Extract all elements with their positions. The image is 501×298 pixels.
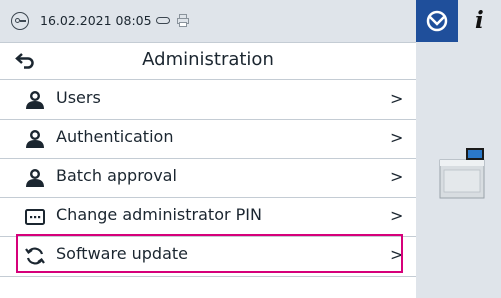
- menu-item-label: Batch approval: [56, 166, 177, 185]
- device-sync-icon: [426, 10, 448, 32]
- user-icon: [26, 169, 44, 187]
- menu-item-label: Authentication: [56, 127, 174, 146]
- chevron-right-icon: >: [390, 206, 404, 225]
- user-icon: [26, 130, 44, 148]
- menu-item-batch-approval[interactable]: Batch approval >: [0, 158, 416, 198]
- menu-item-label: Change administrator PIN: [56, 205, 262, 224]
- menu-item-users[interactable]: Users >: [0, 80, 416, 120]
- printer-icon: [177, 14, 189, 27]
- divider: [0, 276, 416, 277]
- chevron-right-icon: >: [390, 167, 404, 186]
- menu-item-authentication[interactable]: Authentication >: [0, 119, 416, 159]
- tab-device-settings[interactable]: [416, 0, 458, 42]
- menu-item-label: Users: [56, 88, 101, 107]
- status-datetime: 16.02.2021 08:05: [40, 13, 152, 28]
- chevron-right-icon: >: [390, 128, 404, 147]
- pin-keypad-icon: [25, 209, 45, 225]
- info-icon: i: [475, 7, 484, 34]
- page-title: Administration: [142, 49, 274, 70]
- menu-item-change-admin-pin[interactable]: Change administrator PIN >: [0, 197, 416, 237]
- user-icon: [26, 91, 44, 109]
- status-bar: 16.02.2021 08:05: [0, 0, 416, 43]
- highlight-frame: [16, 234, 403, 273]
- chevron-right-icon: >: [390, 89, 404, 108]
- tab-info[interactable]: i: [458, 0, 501, 42]
- key-icon: [11, 12, 29, 30]
- autoclave-device-image: [439, 148, 485, 199]
- usb-icon: [156, 17, 170, 24]
